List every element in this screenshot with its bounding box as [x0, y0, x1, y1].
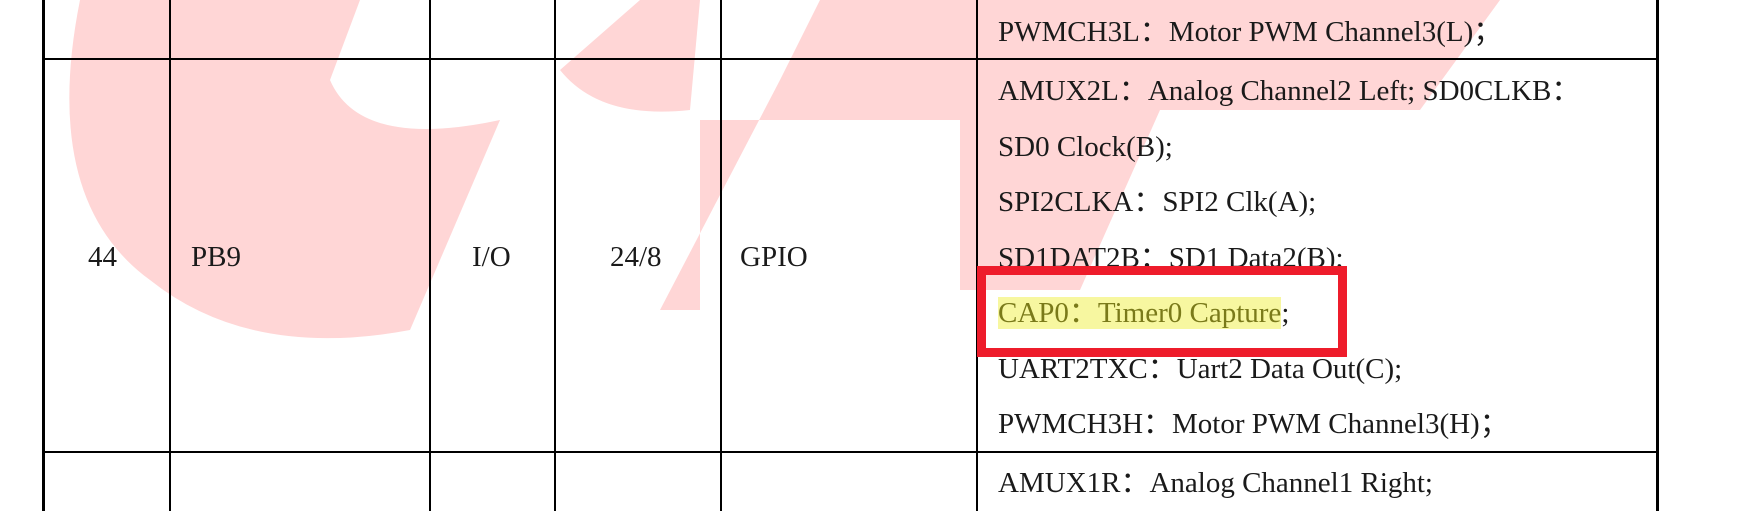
function-line: AMUX2L：Analog Channel2 Left; SD0CLKB：	[998, 75, 1581, 107]
column-divider	[169, 0, 171, 511]
function-line: AMUX1R：Analog Channel1 Right;	[998, 467, 1433, 499]
column-divider	[554, 0, 556, 511]
column-divider	[720, 0, 722, 511]
io-type-cell: I/O	[472, 241, 511, 273]
column-divider	[429, 0, 431, 511]
function-line-highlighted: CAP0：Timer0 Capture;	[998, 296, 1289, 330]
row-divider	[42, 451, 1659, 453]
function-line: PWMCH3H：Motor PWM Channel3(H)；	[998, 408, 1509, 440]
row-divider	[42, 58, 1659, 60]
highlighted-text: CAP0：Timer0 Capture	[998, 297, 1282, 329]
function-line: SPI2CLKA：SPI2 Clk(A);	[998, 186, 1317, 218]
function-line: PWMCH3L：Motor PWM Channel3(L)；	[998, 16, 1503, 48]
default-function-cell: GPIO	[740, 241, 808, 273]
function-line: SD0 Clock(B);	[998, 131, 1173, 163]
pin-name-cell: PB9	[191, 241, 241, 273]
table-left-border	[42, 0, 45, 511]
function-line: UART2TXC：Uart2 Data Out(C);	[998, 353, 1403, 385]
pin-number-cell: 44	[88, 241, 117, 273]
column-divider	[976, 0, 978, 511]
highlight-suffix: ;	[1281, 297, 1290, 329]
function-line: SD1DAT2B：SD1 Data2(B);	[998, 242, 1344, 274]
table-right-border	[1656, 0, 1659, 511]
drive-strength-cell: 24/8	[610, 241, 662, 273]
